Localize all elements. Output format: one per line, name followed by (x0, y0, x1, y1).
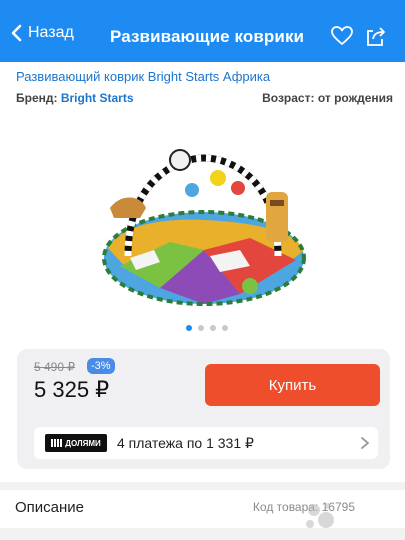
bottom-strip (0, 528, 405, 540)
installment-text: 4 платежа по 1 331 ₽ (117, 435, 254, 451)
old-price: 5 490 ₽ (34, 360, 75, 374)
buy-button[interactable]: Купить (205, 364, 380, 406)
dolyami-logo-text: ДОЛЯМИ (65, 438, 101, 448)
installment-row[interactable]: ДОЛЯМИ 4 платежа по 1 331 ₽ (34, 427, 378, 459)
current-price: 5 325 ₽ (34, 377, 110, 402)
heart-icon[interactable] (330, 24, 354, 48)
product-title[interactable]: Развивающий коврик Bright Starts Африка (16, 69, 270, 84)
age-label: Возраст: (262, 91, 315, 105)
back-button[interactable]: Назад (10, 24, 74, 42)
price-card: 5 490 ₽ -3% 5 325 ₽ Купить ДОЛЯМИ 4 плат… (17, 349, 390, 469)
gallery-pagination (186, 325, 228, 331)
chevron-left-icon (11, 24, 22, 42)
top-bar: Назад Развивающие коврики (0, 0, 405, 62)
brand-label: Бренд: (16, 91, 58, 105)
discount-badge: -3% (87, 358, 115, 374)
watermark-logo (306, 503, 334, 528)
description-title: Описание (15, 499, 85, 516)
brand-line: Бренд: Bright Starts (16, 91, 134, 105)
age-value: от рождения (317, 91, 393, 105)
product-photo[interactable] (100, 138, 308, 308)
share-icon[interactable] (364, 24, 388, 48)
gallery-dot[interactable] (222, 325, 228, 331)
dolyami-bars-icon (51, 439, 63, 447)
brand-link[interactable]: Bright Starts (61, 91, 134, 105)
age-line: Возраст: от рождения (262, 91, 393, 105)
page-title: Развивающие коврики (110, 27, 305, 46)
gallery-dot[interactable] (210, 325, 216, 331)
gallery-dot[interactable] (198, 325, 204, 331)
back-label: Назад (28, 24, 74, 41)
dolyami-logo: ДОЛЯМИ (45, 434, 107, 452)
gallery-dot[interactable] (186, 325, 192, 331)
chevron-right-icon (361, 437, 369, 449)
section-divider (0, 482, 405, 490)
product-page: Назад Развивающие коврики Развивающий ко… (0, 0, 405, 540)
